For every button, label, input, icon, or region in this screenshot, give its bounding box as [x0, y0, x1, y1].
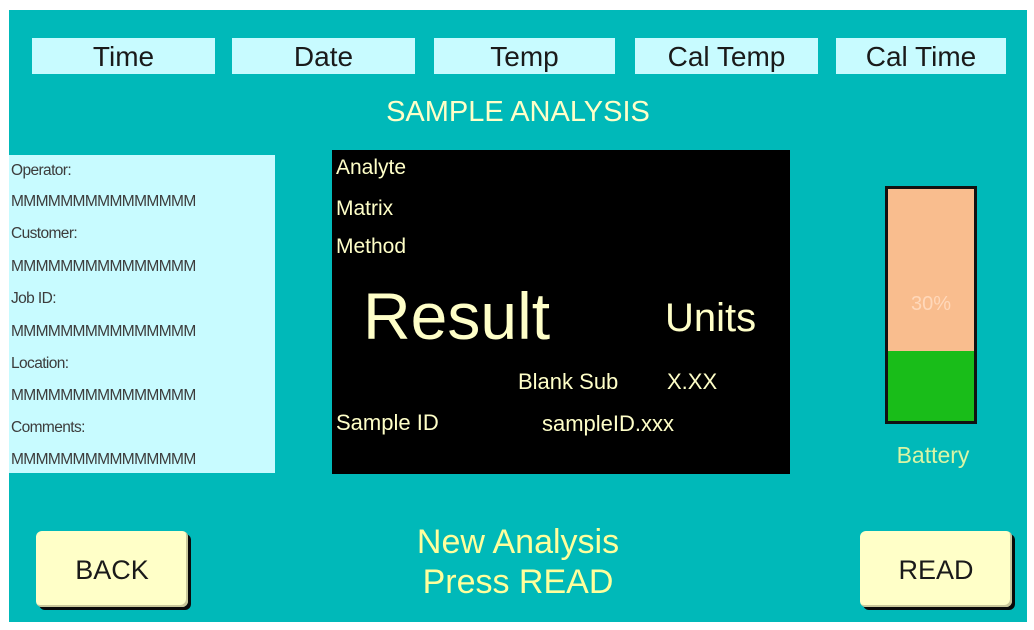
- matrix-text: Matrix: [336, 197, 394, 220]
- cal-temp-label: Cal Temp: [667, 41, 786, 72]
- result-display: Analyte Matrix Method Result Units Blank…: [332, 150, 790, 474]
- battery-label: Battery: [896, 442, 970, 468]
- operator-value: MMMMMMMMMMMMMMM: [11, 193, 196, 210]
- comments-label: Comments:: [11, 419, 85, 436]
- date-field: Date: [232, 38, 415, 74]
- job-id-value: MMMMMMMMMMMMMMM: [11, 323, 196, 340]
- analyte-text: Analyte: [336, 156, 407, 179]
- temp-field: Temp: [434, 38, 615, 74]
- customer-label: Customer:: [11, 225, 78, 242]
- sample-info-panel: Operator: MMMMMMMMMMMMMMM Customer: MMMM…: [9, 155, 275, 473]
- result-value: Result: [363, 279, 551, 353]
- read-button[interactable]: READ: [860, 531, 1012, 607]
- time-label: Time: [92, 41, 155, 72]
- battery-gauge: 30%: [885, 186, 977, 424]
- comments-value: MMMMMMMMMMMMMMM: [11, 451, 196, 468]
- cal-temp-field: Cal Temp: [635, 38, 818, 74]
- time-field: Time: [32, 38, 215, 74]
- units-text: Units: [665, 296, 757, 340]
- date-label: Date: [293, 41, 354, 72]
- blank-sub-label: Blank Sub: [518, 369, 619, 394]
- battery-level-fill: [888, 351, 974, 421]
- location-label: Location:: [11, 355, 69, 372]
- customer-value: MMMMMMMMMMMMMMM: [11, 258, 196, 275]
- cal-time-label: Cal Time: [865, 41, 977, 72]
- method-text: Method: [336, 235, 407, 258]
- sample-id-value: sampleID.xxx: [542, 411, 675, 436]
- instrument-screen: Time Date Temp Cal Temp Cal Time SAMPLE …: [9, 10, 1027, 622]
- operator-label: Operator:: [11, 162, 72, 179]
- battery-percent: 30%: [910, 293, 952, 315]
- location-value: MMMMMMMMMMMMMMM: [11, 387, 196, 404]
- cal-time-field: Cal Time: [836, 38, 1006, 74]
- sample-id-label: Sample ID: [336, 410, 439, 435]
- temp-label: Temp: [490, 41, 559, 72]
- job-id-label: Job ID:: [11, 290, 57, 307]
- page-title: SAMPLE ANALYSIS: [386, 96, 650, 128]
- blank-sub-value: X.XX: [667, 369, 718, 394]
